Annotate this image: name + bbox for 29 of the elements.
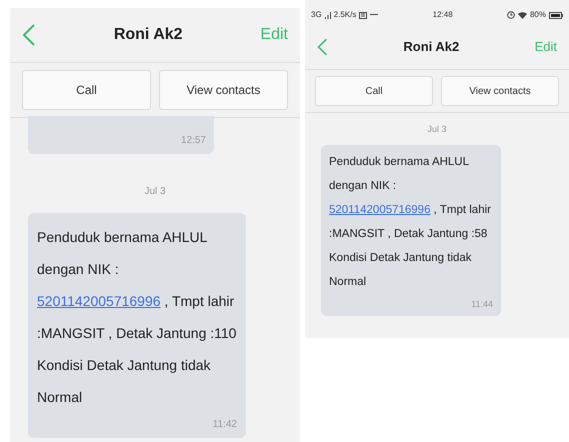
back-button[interactable] (317, 36, 328, 56)
nik-link[interactable]: 5201142005716996 (329, 204, 430, 216)
view-contacts-button[interactable]: View contacts (159, 70, 288, 110)
network-type: 3G (311, 9, 322, 21)
contact-name: Roni Ak2 (114, 25, 183, 45)
contact-name: Roni Ak2 (403, 38, 460, 56)
back-button[interactable] (22, 23, 36, 47)
message-time: 11:44 (471, 298, 493, 310)
call-button[interactable]: Call (315, 76, 433, 106)
date-label: Jul 3 (144, 185, 166, 199)
sim-icon (359, 12, 368, 18)
wifi-icon (518, 12, 527, 18)
status-time: 12:48 (432, 9, 453, 21)
back-icon (22, 23, 36, 47)
date-label: Jul 3 (427, 123, 446, 136)
battery-icon (549, 12, 563, 18)
nik-link[interactable]: 5201142005716996 (37, 293, 161, 309)
message-time: 11:42 (212, 418, 237, 432)
signal-icon (324, 12, 331, 18)
message-time: 12:57 (180, 134, 206, 148)
message-text: Penduduk bernama AHLUL dengan NIK : 5201142005716996 , Tmpt lahir :MANGSIT , Detak Jantung :58 Kondisi Detak Jantung tidak Normal (329, 154, 492, 290)
clock-icon (506, 11, 515, 19)
call-button[interactable]: Call (22, 70, 151, 110)
network-speed: 2.5K/s (334, 9, 356, 21)
back-icon (317, 36, 328, 56)
minus-icon (370, 14, 378, 16)
view-contacts-button[interactable]: View contacts (441, 76, 559, 106)
battery-level: 80% (530, 9, 546, 21)
message-text: Penduduk bernama AHLUL dengan NIK : 5201142005716996 , Tmpt lahir :MANGSIT , Detak Jantung :110 Kondisi Detak Jantung tidak Normal (37, 228, 237, 407)
